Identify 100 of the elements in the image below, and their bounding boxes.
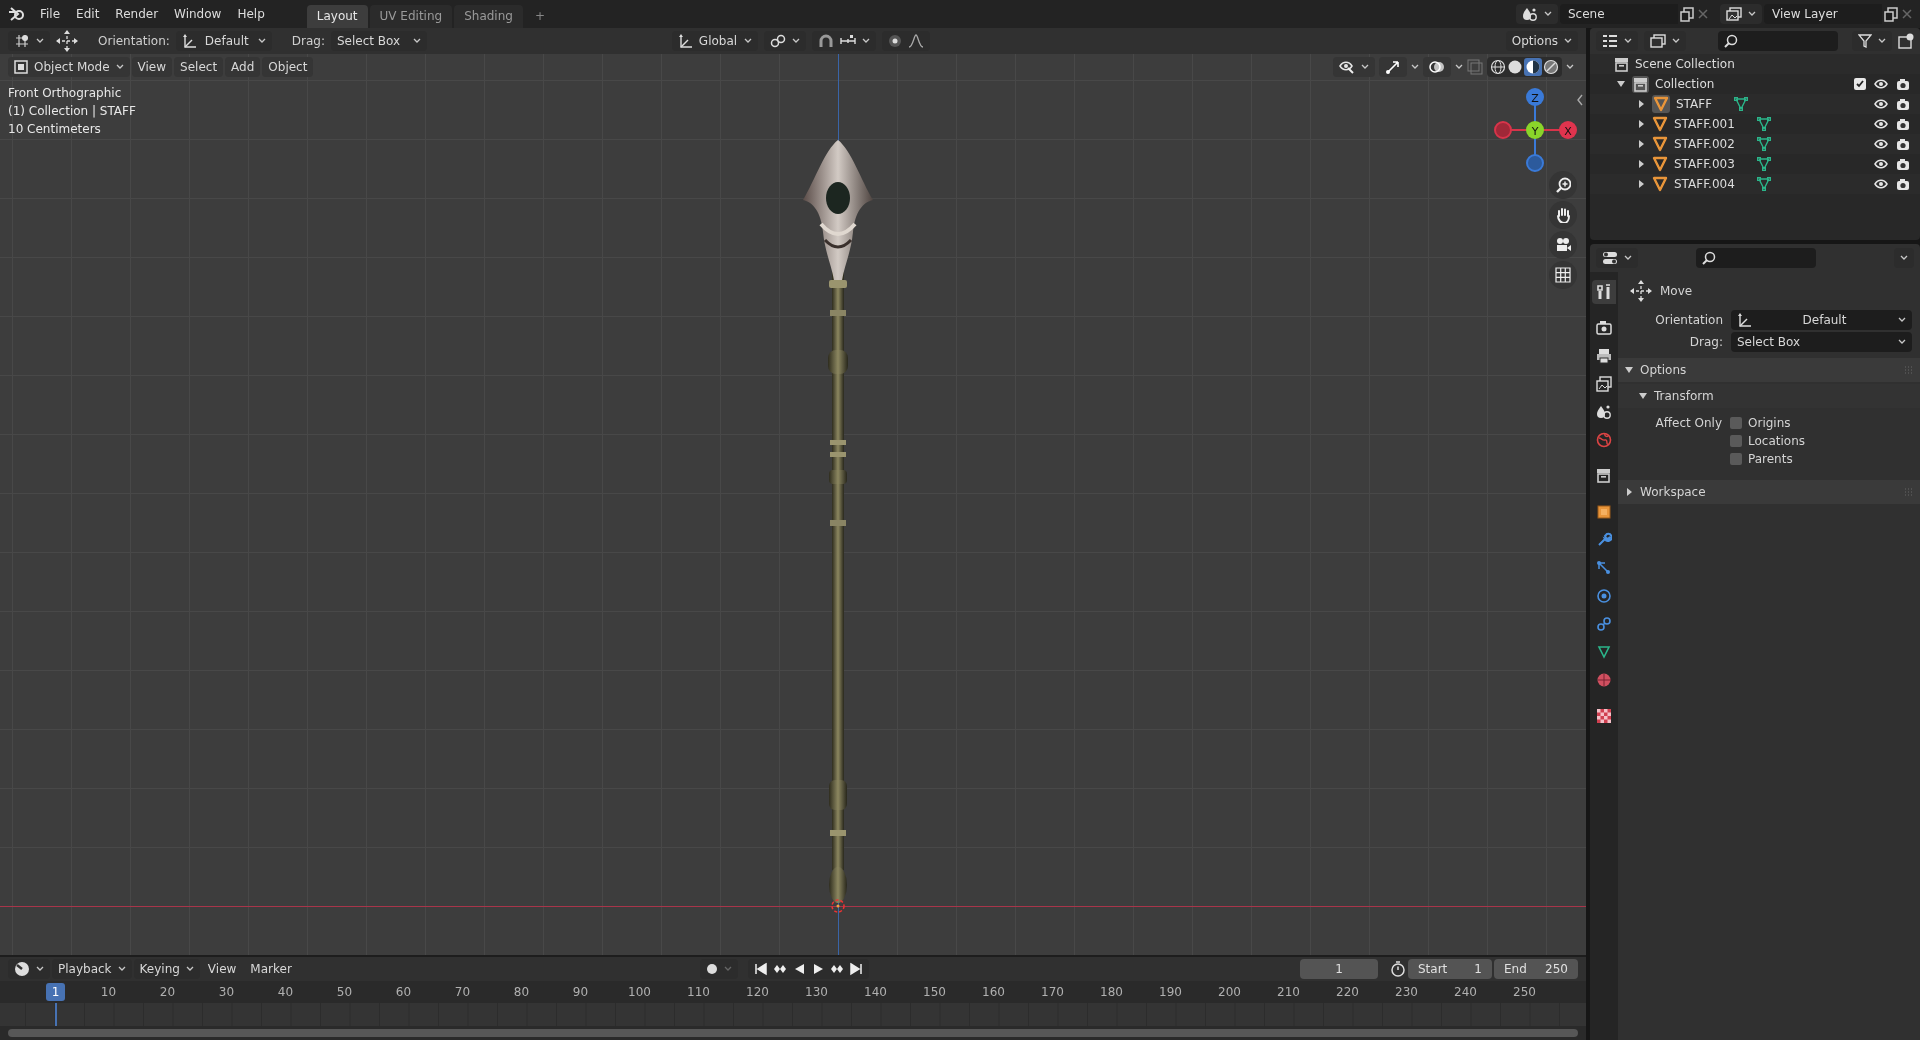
menu-item[interactable]: Window: [166, 3, 230, 25]
camera-icon[interactable]: [1896, 137, 1910, 151]
collapsed-arrow-icon[interactable]: [1636, 139, 1646, 149]
mode-dropdown[interactable]: Object Mode: [8, 57, 130, 77]
menu-dropdown[interactable]: Playback: [52, 959, 132, 979]
checkbox[interactable]: [1730, 453, 1742, 465]
mesh-object-icon[interactable]: [1652, 156, 1668, 172]
collapsed-arrow-icon[interactable]: [1636, 99, 1646, 109]
wireframe-shading-icon[interactable]: [1490, 59, 1506, 75]
outliner-item[interactable]: STAFF.004: [1674, 177, 1735, 191]
collapsed-arrow-icon[interactable]: [1636, 179, 1646, 189]
rendered-shading-icon[interactable]: [1543, 59, 1559, 75]
search-field[interactable]: [1696, 248, 1816, 268]
panel-title[interactable]: Options: [1640, 363, 1687, 377]
menu-item[interactable]: Edit: [68, 3, 108, 25]
checkbox-label[interactable]: Origins: [1748, 416, 1791, 430]
collapsed-arrow-icon[interactable]: [1636, 159, 1646, 169]
axis-handle[interactable]: [1494, 121, 1512, 139]
menu-button[interactable]: View: [201, 962, 243, 976]
panel-title[interactable]: Workspace: [1640, 485, 1706, 499]
checkbox[interactable]: [1854, 78, 1866, 90]
workspace-tab[interactable]: Shading: [454, 5, 523, 28]
menu-button[interactable]: Add: [225, 57, 261, 77]
panel-title[interactable]: Transform: [1654, 389, 1714, 403]
mesh-data-icon[interactable]: [1756, 157, 1771, 171]
checkbox-label[interactable]: Parents: [1748, 452, 1793, 466]
mesh-object-icon[interactable]: [1653, 96, 1669, 112]
menu-button[interactable]: Marker: [244, 962, 298, 976]
outliner-item[interactable]: STAFF.002: [1674, 137, 1735, 151]
display-mode-selector[interactable]: [1644, 31, 1686, 51]
search-field[interactable]: [1718, 31, 1838, 51]
drag-dropdown[interactable]: Select Box: [1731, 332, 1912, 352]
axis-handle[interactable]: Y: [1526, 121, 1544, 139]
collapsed-arrow-icon[interactable]: [1624, 487, 1634, 497]
editor-type-selector[interactable]: [1596, 31, 1638, 51]
menu-item[interactable]: File: [32, 3, 69, 25]
mesh-data-icon[interactable]: [1756, 177, 1771, 191]
eye-icon[interactable]: [1874, 118, 1888, 130]
camera-icon[interactable]: [1896, 77, 1910, 91]
play-icon[interactable]: [811, 962, 825, 976]
mesh-object-icon[interactable]: [1652, 116, 1668, 132]
material-shading-icon[interactable]: [1524, 58, 1542, 76]
scene-field[interactable]: Scene: [1560, 4, 1678, 24]
end-frame-field[interactable]: End 250: [1494, 959, 1578, 979]
visibility-selector[interactable]: [1333, 57, 1375, 77]
camera-icon[interactable]: [1896, 117, 1910, 131]
options-dropdown[interactable]: Options: [1505, 31, 1578, 51]
current-frame-field[interactable]: 1: [1300, 959, 1378, 979]
camera-icon[interactable]: [1896, 97, 1910, 111]
drag-dropdown[interactable]: Select Box: [331, 31, 427, 51]
eye-icon[interactable]: [1874, 138, 1888, 150]
workspace-tab[interactable]: UV Editing: [369, 5, 453, 28]
workspace-tab[interactable]: Layout: [306, 5, 368, 28]
start-frame-field[interactable]: Start 1: [1408, 959, 1492, 979]
editor-type-selector[interactable]: [8, 959, 50, 979]
mesh-data-icon[interactable]: [1734, 97, 1749, 111]
tool-selector[interactable]: [8, 31, 50, 51]
ortho-toggle-button[interactable]: [1549, 261, 1577, 289]
checkbox-label[interactable]: Locations: [1748, 434, 1805, 448]
orientation-dropdown[interactable]: Default: [1731, 310, 1912, 330]
add-workspace-button[interactable]: +: [524, 5, 555, 28]
app-logo-icon[interactable]: [8, 6, 26, 22]
overlay-toggle[interactable]: [1423, 57, 1451, 77]
menu-button[interactable]: Object: [262, 57, 314, 77]
pivot-selector[interactable]: [764, 31, 806, 51]
menu-item[interactable]: Render: [107, 3, 167, 25]
move-icon[interactable]: [56, 30, 78, 52]
outliner-item[interactable]: STAFF.001: [1674, 117, 1735, 131]
transform-orientation-dropdown[interactable]: Global: [672, 31, 758, 51]
menu-button[interactable]: View: [131, 57, 173, 77]
menu-item[interactable]: Help: [229, 3, 273, 25]
collapsed-arrow-icon[interactable]: [1636, 119, 1646, 129]
camera-view-button[interactable]: [1549, 231, 1577, 259]
menu-button[interactable]: Select: [174, 57, 224, 77]
properties-tab[interactable]: [1592, 280, 1616, 304]
pan-button[interactable]: [1549, 201, 1577, 229]
scene-selector[interactable]: [1516, 4, 1558, 24]
axis-handle[interactable]: Z: [1526, 88, 1544, 106]
axis-handle[interactable]: X: [1559, 121, 1577, 139]
expanded-arrow-icon[interactable]: [1638, 391, 1648, 401]
mesh-object-icon[interactable]: [1652, 136, 1668, 152]
expanded-arrow-icon[interactable]: [1616, 79, 1626, 89]
eye-icon[interactable]: [1874, 98, 1888, 110]
axis-handle[interactable]: [1526, 154, 1544, 172]
eye-icon[interactable]: [1874, 78, 1888, 90]
mesh-data-icon[interactable]: [1756, 117, 1771, 131]
options-dropdown[interactable]: [1894, 248, 1914, 268]
view-layer-field[interactable]: View Layer: [1764, 4, 1882, 24]
copy-icon[interactable]: [1884, 6, 1898, 22]
new-collection-icon[interactable]: [1898, 33, 1914, 49]
view-layer-selector[interactable]: [1720, 4, 1762, 24]
proportional-edit-button[interactable]: [882, 31, 930, 51]
gizmo-toggle[interactable]: [1379, 57, 1407, 77]
outliner-item[interactable]: STAFF: [1676, 97, 1713, 111]
outliner-item[interactable]: Scene Collection: [1635, 57, 1735, 71]
filter-selector[interactable]: [1852, 31, 1892, 51]
menu-dropdown[interactable]: Keying: [133, 959, 200, 979]
record-button[interactable]: [700, 959, 738, 979]
scrollbar[interactable]: [8, 1029, 1578, 1037]
jump-start-icon[interactable]: [754, 962, 768, 976]
